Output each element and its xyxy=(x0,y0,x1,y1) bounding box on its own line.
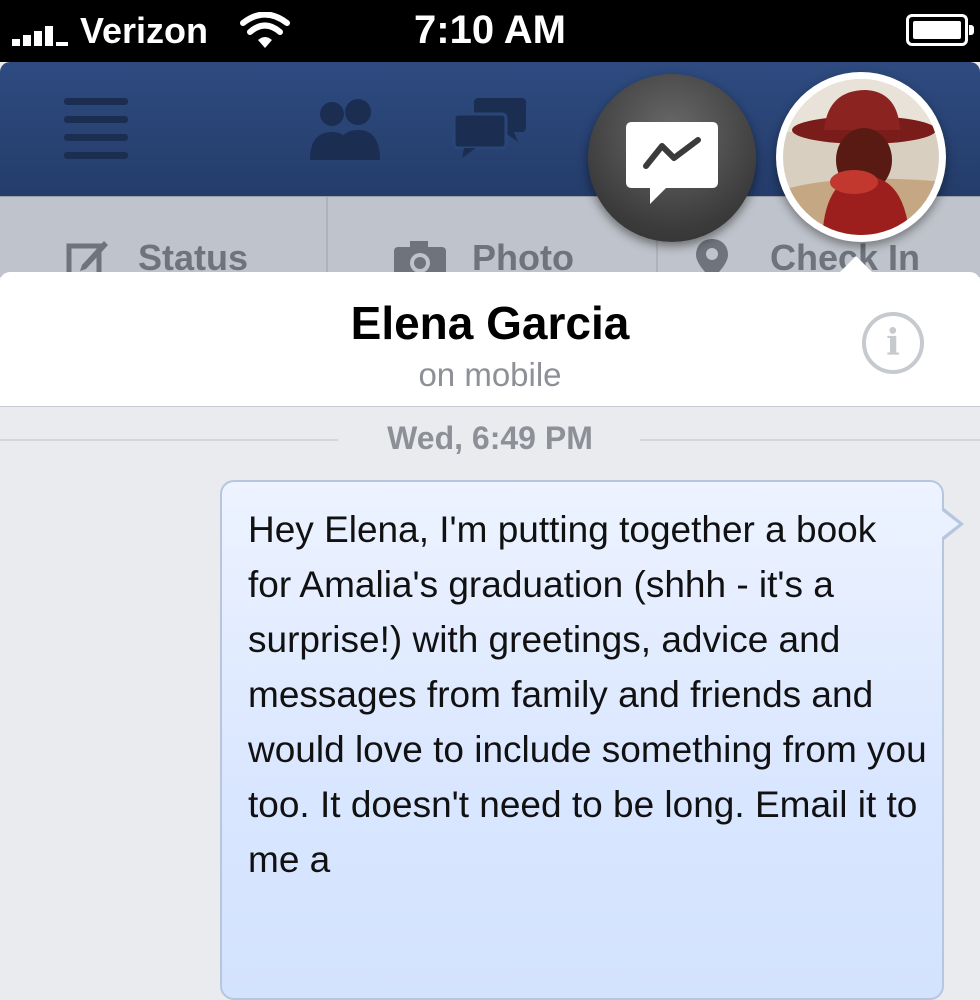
messages-icon[interactable] xyxy=(452,96,530,160)
menu-icon[interactable] xyxy=(64,98,128,170)
contact-avatar-chat-head[interactable] xyxy=(776,72,946,242)
message-timestamp: Wed, 6:49 PM xyxy=(387,420,593,456)
status-bar: Verizon 7:10 AM xyxy=(0,0,980,62)
bubble-tail xyxy=(941,508,964,540)
presence-status: on mobile xyxy=(418,356,562,393)
info-icon[interactable]: i xyxy=(862,312,924,374)
chat-header-pointer xyxy=(838,256,874,274)
divider xyxy=(326,197,328,277)
contact-name: Elena Garcia xyxy=(350,297,630,349)
messenger-chat-head-button[interactable] xyxy=(588,74,756,242)
battery-icon xyxy=(906,14,974,46)
clock: 7:10 AM xyxy=(414,8,566,52)
chat-header: Elena Garcia on mobile i xyxy=(0,256,980,407)
messenger-icon xyxy=(626,122,718,204)
message-bubble[interactable]: Hey Elena, I'm putting together a book f… xyxy=(220,480,964,1000)
avatar xyxy=(783,79,939,235)
friend-requests-icon[interactable] xyxy=(306,96,390,160)
message-text: Hey Elena, I'm putting together a book f… xyxy=(248,509,927,880)
